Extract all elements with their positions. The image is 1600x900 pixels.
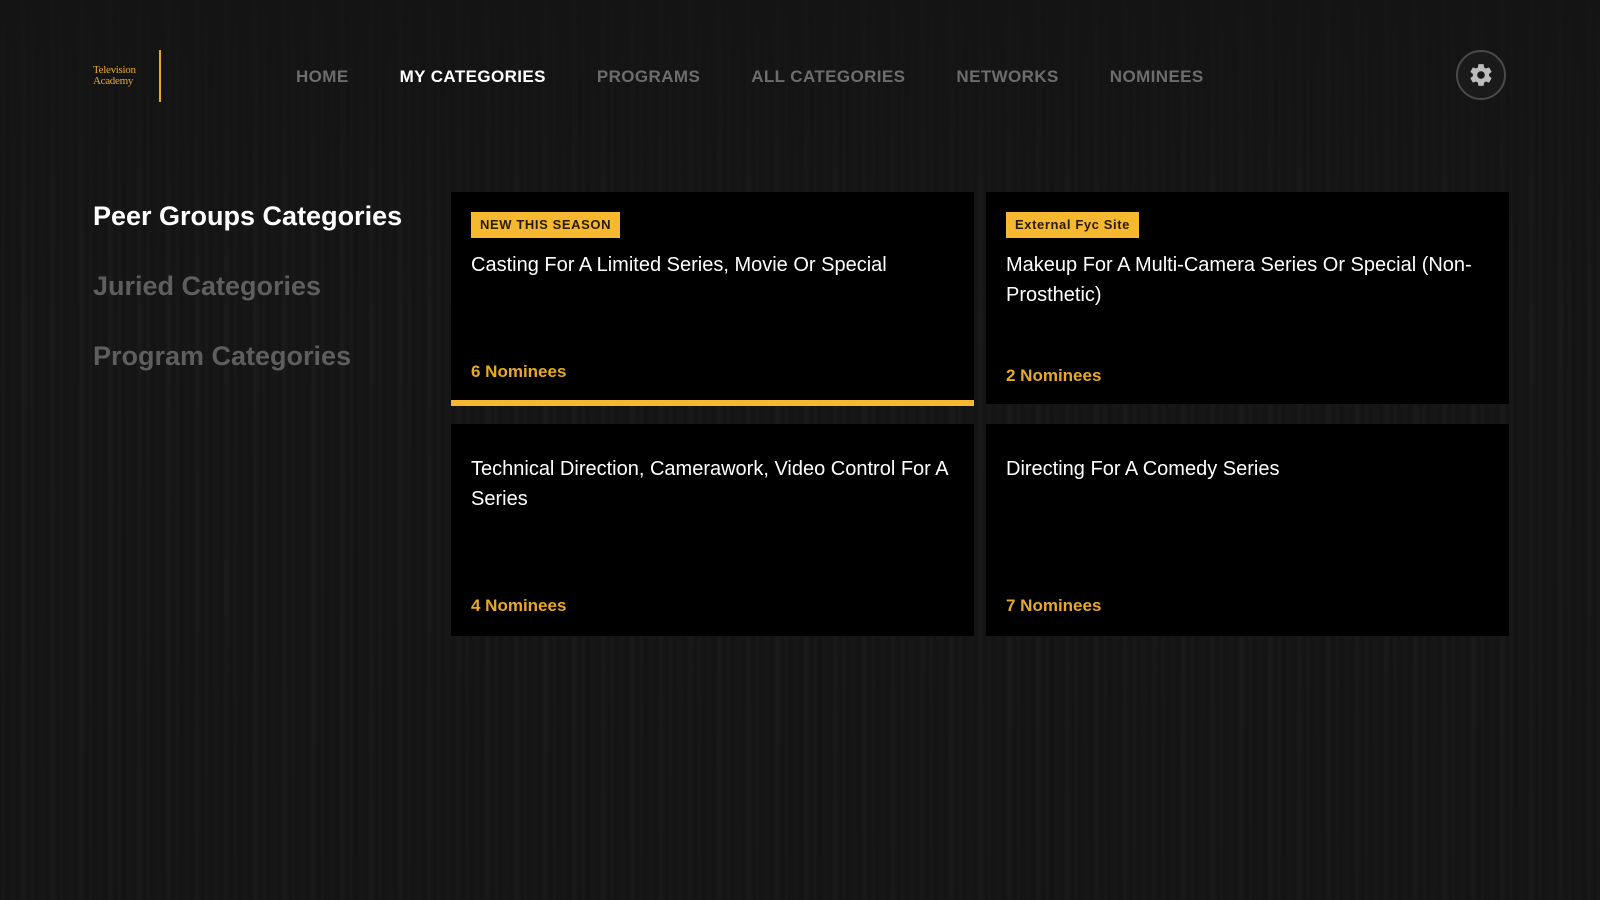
category-card[interactable]: Directing For A Comedy Series 7 Nominees bbox=[986, 424, 1509, 636]
category-title: Technical Direction, Camerawork, Video C… bbox=[471, 458, 948, 510]
settings-button[interactable] bbox=[1456, 50, 1506, 100]
category-card[interactable]: Technical Direction, Camerawork, Video C… bbox=[451, 424, 974, 636]
nav-home[interactable]: HOME bbox=[296, 67, 349, 87]
category-title: Directing For A Comedy Series bbox=[1006, 458, 1280, 480]
nav-programs[interactable]: PROGRAMS bbox=[597, 67, 700, 87]
category-title: Makeup For A Multi-Camera Series Or Spec… bbox=[1006, 254, 1472, 306]
sidebar-item-juried[interactable]: Juried Categories bbox=[93, 265, 423, 307]
main-nav: HOME MY CATEGORIES PROGRAMS ALL CATEGORI… bbox=[296, 64, 1255, 90]
sidebar-item-peer-groups[interactable]: Peer Groups Categories bbox=[93, 195, 423, 237]
category-card[interactable]: External Fyc Site Makeup For A Multi-Cam… bbox=[986, 192, 1509, 404]
nominee-count: 4 Nominees bbox=[471, 596, 567, 615]
nominee-count: 7 Nominees bbox=[1006, 596, 1102, 615]
nav-all-categories[interactable]: ALL CATEGORIES bbox=[751, 67, 905, 87]
sidebar-item-program[interactable]: Program Categories bbox=[93, 335, 423, 377]
logo-text-line2: Academy bbox=[93, 75, 134, 87]
gear-icon bbox=[1470, 64, 1492, 86]
nominee-count: 2 Nominees bbox=[1006, 366, 1102, 385]
category-title: Casting For A Limited Series, Movie Or S… bbox=[471, 254, 887, 276]
nav-nominees[interactable]: NOMINEES bbox=[1110, 67, 1204, 87]
television-academy-logo[interactable]: Television Academy bbox=[93, 50, 161, 102]
top-header: Television Academy HOME MY CATEGORIES PR… bbox=[0, 0, 1600, 150]
status-badge: NEW THIS SEASON bbox=[471, 212, 621, 238]
category-card[interactable]: NEW THIS SEASON Casting For A Limited Se… bbox=[451, 192, 974, 406]
nav-networks[interactable]: NETWORKS bbox=[956, 67, 1058, 87]
status-badge: External Fyc Site bbox=[1006, 212, 1139, 238]
category-sidebar: Peer Groups Categories Juried Categories… bbox=[93, 195, 423, 405]
nominee-count: 6 Nominees bbox=[471, 362, 567, 381]
nav-my-categories[interactable]: MY CATEGORIES bbox=[400, 67, 546, 87]
